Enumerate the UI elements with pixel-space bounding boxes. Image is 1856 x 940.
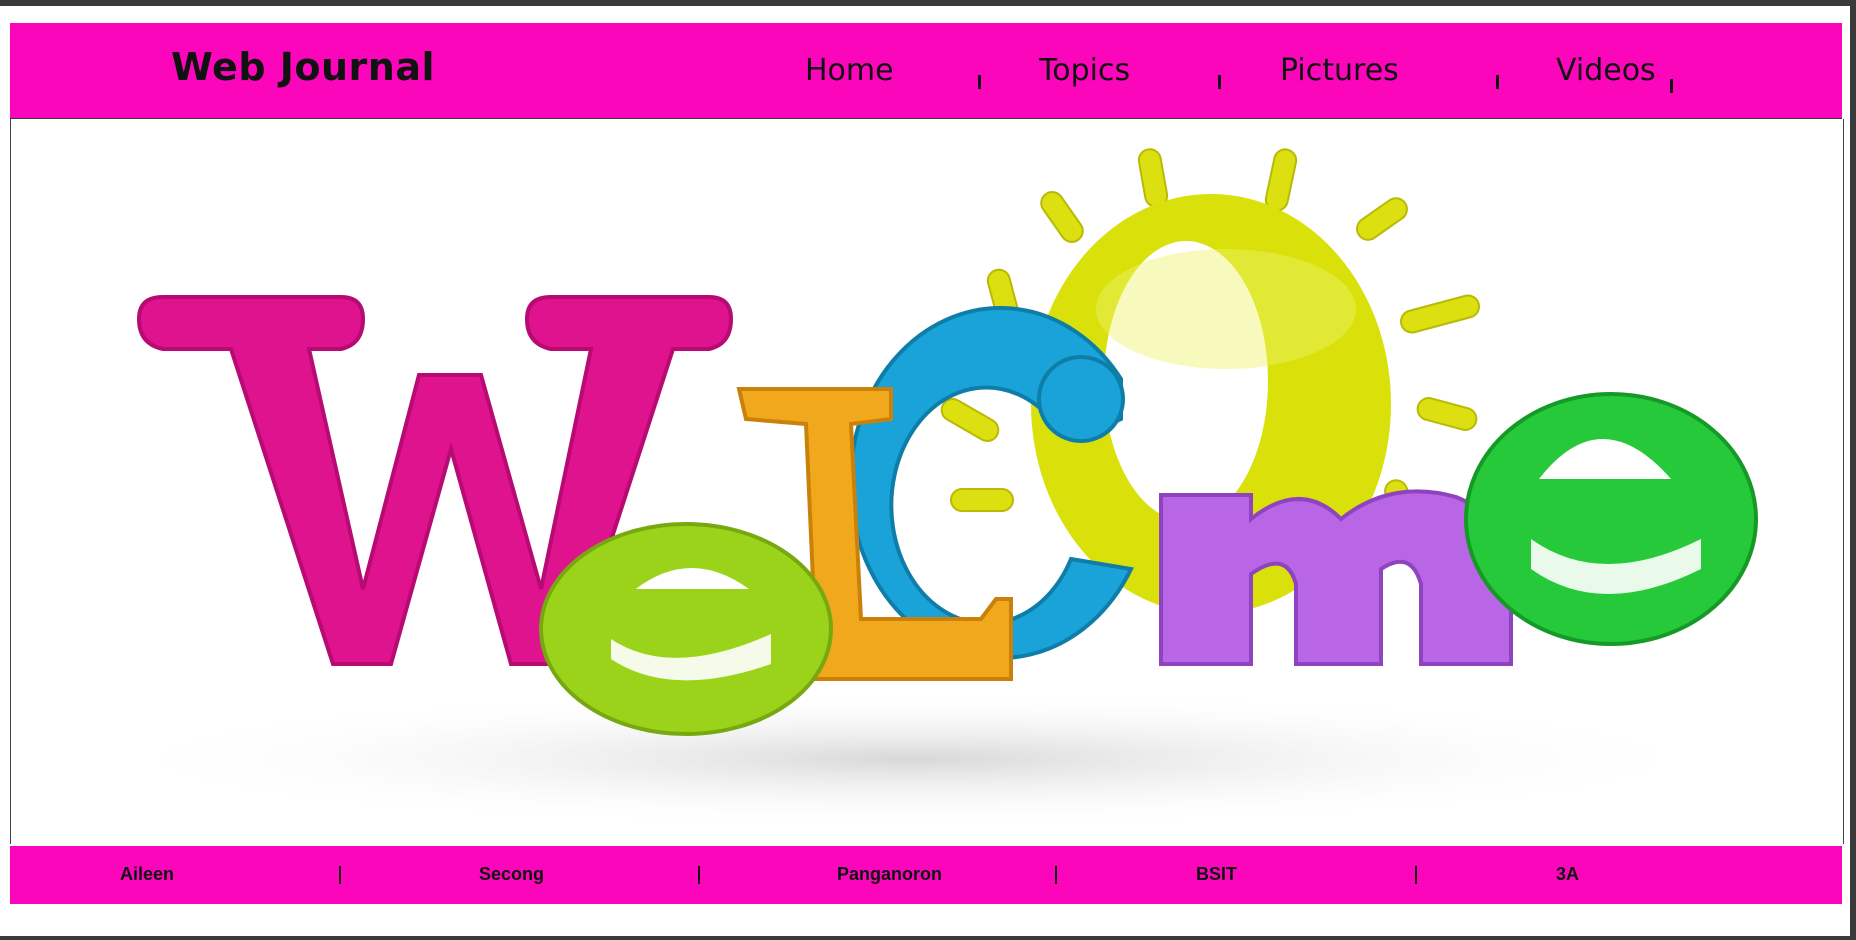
letter-e-lime: [539, 522, 833, 736]
footer-separator: [1055, 866, 1057, 884]
footer-first-name: Aileen: [120, 864, 175, 884]
nav-separator: [1496, 75, 1499, 89]
page-frame: Web Journal Home Topics Pictures Videos: [0, 0, 1856, 940]
nav-pictures[interactable]: Pictures: [1280, 53, 1399, 88]
site-title: Web Journal: [171, 45, 436, 89]
ground-shadow: [91, 689, 1731, 829]
footer-section: 3A: [1556, 864, 1580, 884]
footer-separator: [698, 866, 700, 884]
site-header: Web Journal Home Topics Pictures Videos: [10, 23, 1842, 120]
letter-e-green: [1464, 392, 1758, 646]
nav-separator: [1218, 75, 1221, 89]
nav-separator: [1670, 79, 1673, 93]
letter-m: [1159, 489, 1513, 666]
footer-last-name: Panganoron: [837, 864, 943, 884]
nav-videos[interactable]: Videos: [1556, 53, 1656, 88]
footer-middle-name: Secong: [479, 864, 545, 884]
nav-topics[interactable]: Topics: [1039, 53, 1130, 88]
nav-home[interactable]: Home: [805, 53, 894, 88]
welcome-banner: [10, 119, 1844, 844]
footer-separator: [339, 866, 341, 884]
site-footer: Aileen Secong Panganoron BSIT 3A: [10, 846, 1842, 904]
footer-separator: [1415, 866, 1417, 884]
welcome-illustration: [91, 148, 1758, 829]
footer-course: BSIT: [1196, 864, 1238, 884]
nav-separator: [978, 75, 981, 89]
